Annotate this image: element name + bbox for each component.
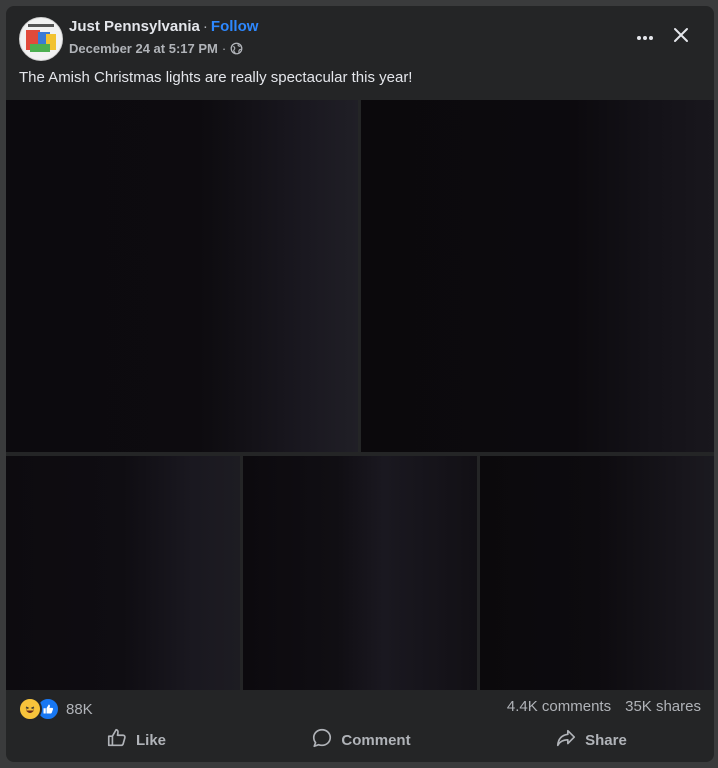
post-title-line: Just Pennsylvania · Follow bbox=[69, 18, 258, 35]
post-meta: December 24 at 5:17 PM · bbox=[69, 41, 243, 56]
photo-5[interactable] bbox=[480, 456, 714, 690]
post-text: The Amish Christmas lights are really sp… bbox=[19, 69, 413, 86]
globe-icon bbox=[230, 42, 243, 55]
more-options-button[interactable] bbox=[630, 22, 660, 52]
like-label: Like bbox=[135, 731, 166, 749]
more-horizontal-icon bbox=[636, 28, 654, 46]
post-header: Just Pennsylvania · Follow December 24 at … bbox=[6, 6, 714, 106]
haha-icon bbox=[18, 697, 42, 721]
engagement-counts: 4.4K comments 35K shares bbox=[507, 698, 701, 715]
title-separator: · bbox=[202, 18, 208, 35]
avatar-block-green bbox=[30, 44, 50, 52]
photo-3[interactable] bbox=[6, 456, 240, 690]
photo-4[interactable] bbox=[243, 456, 477, 690]
like-button[interactable]: Like bbox=[96, 724, 176, 756]
share-button[interactable]: Share bbox=[546, 724, 636, 756]
share-label: Share bbox=[585, 731, 627, 749]
share-icon bbox=[555, 727, 585, 753]
photo-1[interactable] bbox=[6, 100, 358, 452]
photo-2[interactable] bbox=[361, 100, 714, 452]
follow-button[interactable]: Follow bbox=[211, 18, 259, 35]
post-card: Just Pennsylvania · Follow December 24 at … bbox=[6, 6, 714, 762]
thumbs-up-icon bbox=[106, 727, 136, 753]
comments-count[interactable]: 4.4K comments bbox=[507, 698, 611, 715]
close-button[interactable] bbox=[666, 22, 696, 52]
reactions-summary[interactable]: 88K bbox=[18, 697, 93, 721]
comment-button[interactable]: Comment bbox=[301, 724, 421, 756]
comment-label: Comment bbox=[341, 731, 411, 749]
reaction-count: 88K bbox=[66, 700, 93, 718]
page-avatar[interactable] bbox=[19, 17, 63, 61]
page-name[interactable]: Just Pennsylvania bbox=[69, 18, 200, 35]
post-timestamp[interactable]: December 24 at 5:17 PM bbox=[69, 41, 218, 56]
close-icon bbox=[673, 27, 689, 48]
shares-count[interactable]: 35K shares bbox=[625, 698, 701, 715]
avatar-title-strip bbox=[28, 24, 54, 27]
comment-icon bbox=[311, 727, 341, 753]
meta-separator: · bbox=[221, 41, 227, 56]
